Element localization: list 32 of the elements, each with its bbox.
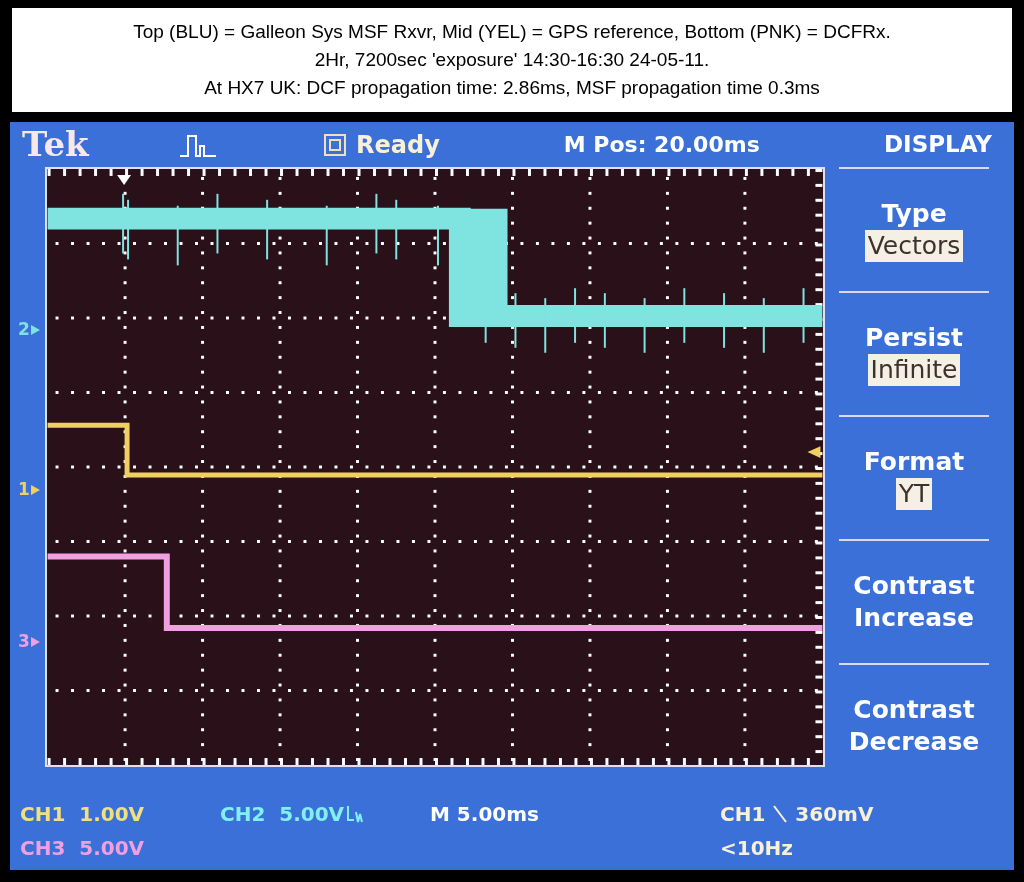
marker-pointer-icon — [30, 324, 40, 335]
menu-title: DISPLAY — [884, 130, 992, 160]
position-readout: M Pos: 20.00ms — [563, 131, 760, 159]
channel-readout: CH3 5.00V — [20, 835, 145, 862]
menu-action[interactable]: Contrast Decrease — [839, 694, 989, 758]
marker-pointer-icon — [30, 636, 40, 647]
menu-label: Persist — [865, 322, 963, 354]
menu-value[interactable]: Vectors — [864, 230, 964, 262]
trigger-level: 360mV — [795, 801, 874, 828]
channel-marker: 3 — [18, 630, 30, 653]
channel-marker: 2 — [18, 318, 30, 341]
bandwidth-limit-icon — [346, 804, 365, 824]
menu-value[interactable]: YT — [895, 478, 933, 510]
trigger-frequency: <10Hz — [720, 835, 794, 862]
trigger-source: CH1 — [720, 801, 766, 828]
menu-action[interactable]: Contrast Increase — [839, 570, 989, 634]
channel-readout: M 5.00ms — [430, 801, 539, 828]
channel-readout: CH2 5.00V — [220, 801, 345, 828]
channel-marker: 1 — [18, 478, 30, 501]
status-icon — [324, 133, 346, 156]
channel-readout: CH1 1.00V — [20, 801, 145, 828]
menu-label: Format — [863, 446, 965, 478]
brand-logo: Tek — [22, 123, 90, 166]
falling-edge-icon — [773, 804, 788, 824]
status-text: Ready — [356, 129, 440, 161]
trigger-level-icon — [807, 446, 821, 459]
menu-value[interactable]: Infinite — [867, 354, 961, 386]
menu-label: Type — [881, 198, 947, 230]
caption-text: At HX7 UK: DCF propagation time: 2.86ms, MSF propagation time 0.3ms — [204, 76, 820, 100]
marker-pointer-icon — [30, 484, 40, 495]
caption-text: Top (BLU) = Galleon Sys MSF Rxvr, Mid (YEL) = GPS reference, Bottom (PNK) = DCFRx. — [133, 20, 891, 44]
caption-text: 2Hr, 7200sec 'exposure' 14:30-16:30 24-05-11. — [314, 48, 710, 72]
